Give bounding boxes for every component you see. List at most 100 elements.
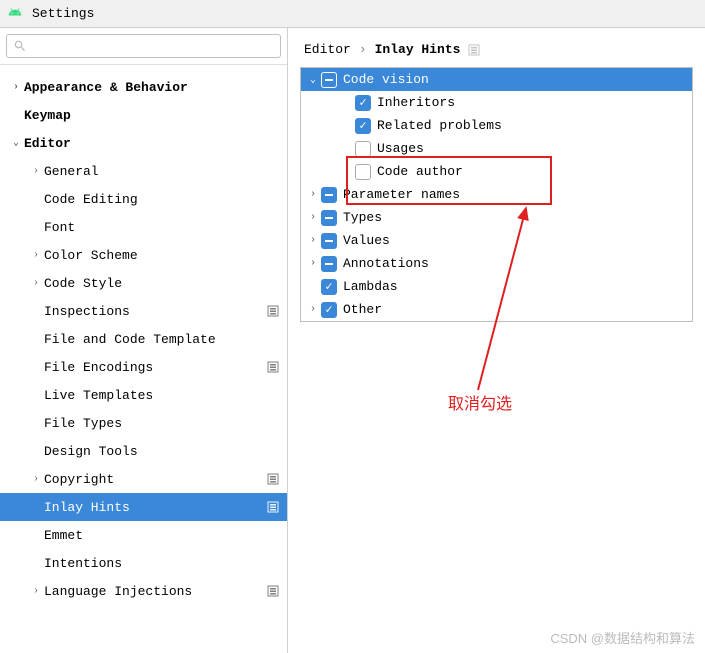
option-row-inheritors[interactable]: Inheritors <box>301 91 692 114</box>
option-label: Values <box>343 233 390 248</box>
sidebar-item-label: Keymap <box>24 108 287 123</box>
content-panel: Editor › Inlay Hints ⌄ Code vision Inherit… <box>288 28 705 653</box>
sidebar: ›Appearance & BehaviorKeymap⌄Editor›Gene… <box>0 28 288 653</box>
option-label: Types <box>343 210 382 225</box>
watermark: CSDN @数据结构和算法 <box>550 628 695 647</box>
expand-arrow-icon[interactable]: › <box>305 235 321 246</box>
sidebar-item-design-tools[interactable]: Design Tools <box>0 437 287 465</box>
options-tree[interactable]: ⌄ Code vision Inheritors Related problems Us… <box>300 67 693 322</box>
option-row-related-problems[interactable]: Related problems <box>301 114 692 137</box>
checkbox[interactable] <box>355 118 371 134</box>
search-field[interactable] <box>6 34 281 58</box>
sidebar-item-label: File Types <box>44 416 287 431</box>
sidebar-item-label: Color Scheme <box>44 248 287 263</box>
sidebar-item-code-editing[interactable]: Code Editing <box>0 185 287 213</box>
sidebar-item-label: Font <box>44 220 287 235</box>
checkbox[interactable] <box>355 141 371 157</box>
annotation-text: 取消勾选 <box>448 390 512 414</box>
option-row-types[interactable]: › Types <box>301 206 692 229</box>
sidebar-item-label: Appearance & Behavior <box>24 80 287 95</box>
sidebar-item-label: Emmet <box>44 528 287 543</box>
breadcrumb-part[interactable]: Editor <box>304 42 351 57</box>
sidebar-item-label: Code Style <box>44 276 287 291</box>
checkbox[interactable] <box>355 164 371 180</box>
option-label: Other <box>343 302 382 317</box>
breadcrumb-current: Inlay Hints <box>375 42 461 57</box>
breadcrumb-separator: › <box>359 42 367 57</box>
expand-arrow-icon[interactable]: ⌄ <box>8 137 24 149</box>
sidebar-item-file-types[interactable]: File Types <box>0 409 287 437</box>
options-icon <box>468 44 480 56</box>
sidebar-tree[interactable]: ›Appearance & BehaviorKeymap⌄Editor›Gene… <box>0 65 287 653</box>
search-input[interactable] <box>31 39 274 54</box>
option-label: Parameter names <box>343 187 460 202</box>
expand-arrow-icon[interactable]: › <box>28 586 44 597</box>
expand-arrow-icon[interactable]: › <box>28 250 44 261</box>
sidebar-item-general[interactable]: ›General <box>0 157 287 185</box>
checkbox[interactable] <box>321 279 337 295</box>
sidebar-item-label: Intentions <box>44 556 287 571</box>
option-row-values[interactable]: › Values <box>301 229 692 252</box>
checkbox[interactable] <box>321 256 337 272</box>
sidebar-item-label: Code Editing <box>44 192 287 207</box>
sidebar-item-appearance-behavior[interactable]: ›Appearance & Behavior <box>0 73 287 101</box>
window-title: Settings <box>32 6 94 21</box>
sidebar-item-language-injections[interactable]: ›Language Injections <box>0 577 287 605</box>
sidebar-item-label: Live Templates <box>44 388 287 403</box>
expand-arrow-icon[interactable]: › <box>305 304 321 315</box>
sidebar-item-label: File Encodings <box>44 360 267 375</box>
option-row-other[interactable]: › Other <box>301 298 692 321</box>
sidebar-item-color-scheme[interactable]: ›Color Scheme <box>0 241 287 269</box>
expand-arrow-icon[interactable]: › <box>305 258 321 269</box>
sidebar-item-label: Copyright <box>44 472 267 487</box>
android-icon <box>8 5 22 23</box>
sidebar-item-file-encodings[interactable]: File Encodings <box>0 353 287 381</box>
sidebar-item-intentions[interactable]: Intentions <box>0 549 287 577</box>
expand-arrow-icon[interactable]: › <box>305 189 321 200</box>
titlebar: Settings <box>0 0 705 28</box>
sidebar-item-emmet[interactable]: Emmet <box>0 521 287 549</box>
checkbox[interactable] <box>321 302 337 318</box>
search-icon <box>13 39 27 53</box>
search-wrap <box>0 28 287 65</box>
checkbox[interactable] <box>321 233 337 249</box>
checkbox[interactable] <box>321 210 337 226</box>
expand-arrow-icon[interactable]: › <box>28 278 44 289</box>
sidebar-item-copyright[interactable]: ›Copyright <box>0 465 287 493</box>
sidebar-item-inlay-hints[interactable]: Inlay Hints <box>0 493 287 521</box>
expand-arrow-icon[interactable]: › <box>28 474 44 485</box>
option-row-usages[interactable]: Usages <box>301 137 692 160</box>
sidebar-item-code-style[interactable]: ›Code Style <box>0 269 287 297</box>
option-row-code-vision[interactable]: ⌄ Code vision <box>301 68 692 91</box>
option-row-lambdas[interactable]: Lambdas <box>301 275 692 298</box>
sidebar-item-label: File and Code Template <box>44 332 287 347</box>
sidebar-item-inspections[interactable]: Inspections <box>0 297 287 325</box>
option-label: Lambdas <box>343 279 398 294</box>
breadcrumb: Editor › Inlay Hints <box>288 28 705 67</box>
option-row-parameter-names[interactable]: › Parameter names <box>301 183 692 206</box>
option-row-annotations[interactable]: › Annotations <box>301 252 692 275</box>
sidebar-item-font[interactable]: Font <box>0 213 287 241</box>
checkbox[interactable] <box>321 187 337 203</box>
sidebar-item-label: Inlay Hints <box>44 500 267 515</box>
sidebar-item-label: Editor <box>24 136 287 151</box>
sidebar-item-keymap[interactable]: Keymap <box>0 101 287 129</box>
expand-arrow-icon[interactable]: › <box>8 82 24 93</box>
sidebar-item-file-and-code-template[interactable]: File and Code Template <box>0 325 287 353</box>
sidebar-item-editor[interactable]: ⌄Editor <box>0 129 287 157</box>
expand-arrow-icon[interactable]: › <box>305 212 321 223</box>
option-label: Annotations <box>343 256 429 271</box>
option-label: Inheritors <box>377 95 455 110</box>
option-row-code-author[interactable]: Code author <box>301 160 692 183</box>
checkbox[interactable] <box>321 72 337 88</box>
checkbox[interactable] <box>355 95 371 111</box>
sidebar-item-label: Design Tools <box>44 444 287 459</box>
sidebar-item-live-templates[interactable]: Live Templates <box>0 381 287 409</box>
option-label: Code vision <box>343 72 429 87</box>
sidebar-item-label: Inspections <box>44 304 267 319</box>
expand-arrow-icon[interactable]: › <box>28 166 44 177</box>
option-label: Code author <box>377 164 463 179</box>
sidebar-item-label: Language Injections <box>44 584 267 599</box>
option-label: Related problems <box>377 118 502 133</box>
expand-arrow-icon[interactable]: ⌄ <box>305 74 321 86</box>
